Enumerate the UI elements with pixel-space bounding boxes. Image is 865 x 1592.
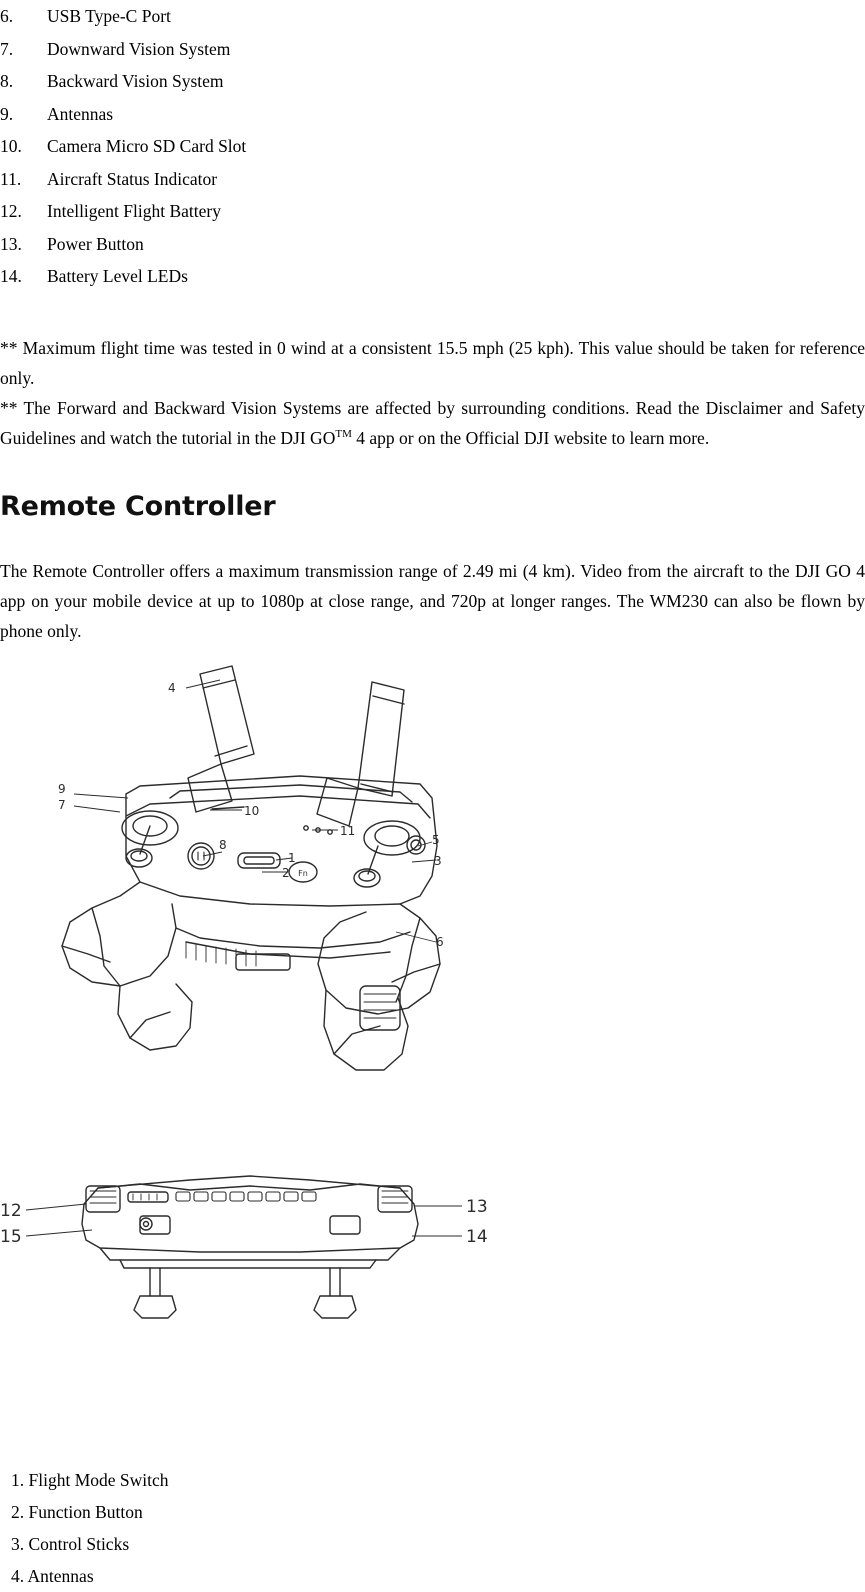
list-item-label: Backward Vision System <box>47 71 224 91</box>
section-body-text: The Remote Controller offers a maximum t… <box>0 560 865 641</box>
svg-text:Fn: Fn <box>298 869 308 878</box>
list-item-number: 6. <box>0 6 14 26</box>
footnote-vision-text-2: 4 app or on the Official DJI website to … <box>351 427 710 448</box>
callout-11: 11 <box>340 824 355 838</box>
callout-10: 10 <box>244 804 259 818</box>
callout-7: 7 <box>58 798 66 812</box>
callout-14: 14 <box>466 1227 488 1247</box>
list-item-number: 8. <box>0 71 14 91</box>
legend-item: 4. Antennas <box>11 1565 94 1586</box>
remote-controller-rear-illustration: 12 15 13 14 <box>0 1174 488 1319</box>
list-item-label: Antennas <box>47 103 114 124</box>
remote-controller-top-illustration: Fn 4 9 7 10 8 11 1 2 5 3 6 <box>58 664 444 1071</box>
callout-8: 8 <box>219 838 227 852</box>
callout-15: 15 <box>0 1227 22 1247</box>
footnote-vision-systems: ** The Forward and Backward Vision Syste… <box>0 393 865 453</box>
figure-remote-controller-rear: 12 15 13 14 <box>0 1164 865 1354</box>
callout-6: 6 <box>436 935 444 949</box>
figure-remote-controller-top: Fn 4 9 7 10 8 11 1 2 5 3 6 <box>0 646 865 1116</box>
list-item: 11. Aircraft Status Indicator <box>0 163 865 196</box>
callout-13: 13 <box>466 1197 488 1217</box>
callout-4: 4 <box>168 681 176 695</box>
list-item-label: Aircraft Status Indicator <box>47 168 218 189</box>
page-content: 6. USB Type-C Port 7. Downward Vision Syst… <box>0 0 865 1592</box>
list-item: 8. Backward Vision System <box>0 65 865 98</box>
parts-list: 6. USB Type-C Port 7. Downward Vision Syst… <box>0 0 865 293</box>
list-item-number: 13. <box>0 233 22 254</box>
list-item: 14. Battery Level LEDs <box>0 260 865 293</box>
page-title: Remote Controller <box>0 490 276 522</box>
trademark-superscript: TM <box>335 427 352 440</box>
list-item-number: 12. <box>0 201 22 221</box>
callout-3: 3 <box>434 854 442 868</box>
list-item-number: 9. <box>0 103 14 124</box>
list-item: 9. Antennas <box>0 98 865 131</box>
list-item-number: 11. <box>0 168 22 189</box>
footnote-flight-time: ** Maximum flight time was tested in 0 w… <box>0 337 865 388</box>
list-item: 12. Intelligent Flight Battery <box>0 195 865 228</box>
legend-item: 1. Flight Mode Switch <box>11 1469 169 1490</box>
document-page: 6. USB Type-C Port 7. Downward Vision Syst… <box>0 0 865 1586</box>
list-item: 6. USB Type-C Port <box>0 0 865 33</box>
list-item-label: Camera Micro SD Card Slot <box>47 136 247 156</box>
callout-2: 2 <box>282 866 290 880</box>
callout-12: 12 <box>0 1201 22 1221</box>
list-item-number: 7. <box>0 38 14 59</box>
callout-1: 1 <box>288 851 296 865</box>
callout-5: 5 <box>432 833 440 847</box>
list-item-label: Power Button <box>47 233 144 254</box>
list-item: 13. Power Button <box>0 228 865 261</box>
list-item: 10. Camera Micro SD Card Slot <box>0 130 865 163</box>
legend-item: 3. Control Sticks <box>11 1533 130 1554</box>
list-item-number: 10. <box>0 136 22 156</box>
list-item: 7. Downward Vision System <box>0 33 865 66</box>
list-item-number: 14. <box>0 266 22 286</box>
legend-item: 2. Function Button <box>11 1501 143 1522</box>
figure-legend: 1. Flight Mode Switch 2. Function Button… <box>0 1464 865 1592</box>
callout-9: 9 <box>58 782 66 796</box>
list-item-label: USB Type-C Port <box>47 6 171 26</box>
list-item-label: Battery Level LEDs <box>47 266 188 286</box>
list-item-label: Downward Vision System <box>47 38 231 59</box>
list-item-label: Intelligent Flight Battery <box>47 201 222 221</box>
